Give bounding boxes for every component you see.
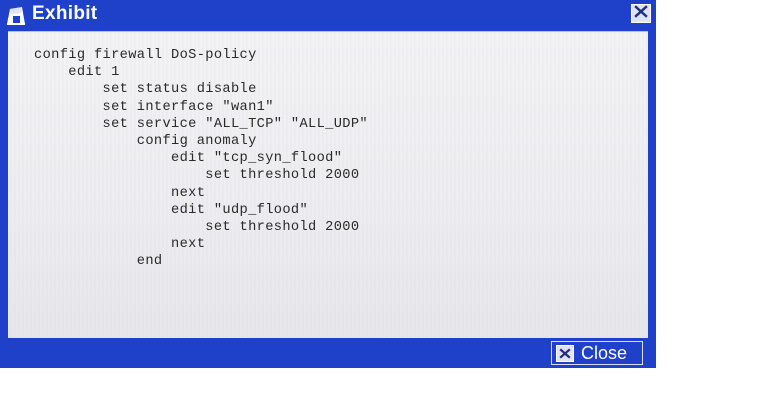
code-line: set threshold 2000 xyxy=(34,168,360,184)
code-line: edit "udp_flood" xyxy=(34,202,309,218)
window-title: Exhibit xyxy=(32,3,98,24)
title-bar: Exhibit xyxy=(0,0,656,30)
close-x-icon xyxy=(556,344,574,362)
code-line: config firewall DoS-policy xyxy=(34,48,257,63)
code-line: edit 1 xyxy=(34,65,120,81)
code-line: next xyxy=(34,185,206,201)
code-line: next xyxy=(34,237,206,253)
code-line: edit "tcp_syn_flood" xyxy=(34,151,343,167)
code-line: end xyxy=(34,254,163,270)
config-code-block: config firewall DoS-policy edit 1 set st… xyxy=(34,47,368,270)
exhibit-content: config firewall DoS-policy edit 1 set st… xyxy=(8,31,648,338)
exhibit-window: Exhibit config firewall DoS-policy edit … xyxy=(0,0,656,368)
code-line: set status disable xyxy=(34,82,257,98)
exhibit-icon xyxy=(4,4,28,26)
code-line: set interface "wan1" xyxy=(34,99,274,115)
titlebar-close-button[interactable] xyxy=(631,4,651,23)
code-line: set threshold 2000 xyxy=(34,219,360,235)
close-button-label: Close xyxy=(581,342,628,363)
code-line: config anomaly xyxy=(34,133,257,149)
close-button[interactable]: Close xyxy=(551,341,643,365)
code-line: set service "ALL_TCP" "ALL_UDP" xyxy=(34,116,368,132)
close-x-icon xyxy=(634,4,648,23)
